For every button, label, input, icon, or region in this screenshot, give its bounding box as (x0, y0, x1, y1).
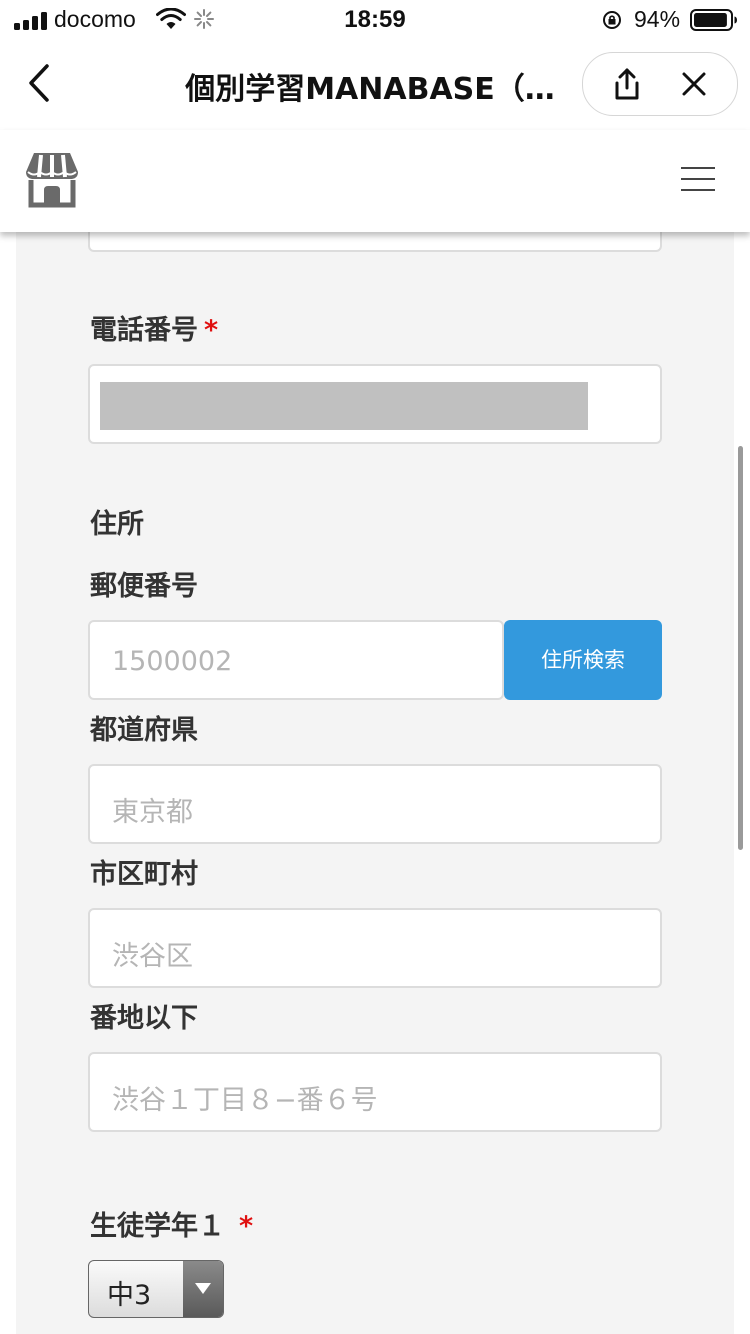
share-icon[interactable] (611, 67, 643, 101)
scrollbar[interactable] (738, 446, 743, 850)
dropdown-arrow-icon[interactable] (183, 1261, 223, 1317)
redacted-phone-value (100, 382, 588, 430)
battery-percentage: 94% (634, 6, 681, 32)
grade-select[interactable]: 中3 (88, 1260, 224, 1318)
storefront-icon[interactable] (24, 150, 80, 208)
postal-code-label: 郵便番号 (90, 571, 198, 602)
city-label: 市区町村 (90, 859, 198, 890)
prefecture-label: 都道府県 (90, 715, 198, 746)
required-mark: * (204, 315, 219, 346)
phone-label: 電話番号 * (90, 308, 218, 347)
chevron-left-icon[interactable] (24, 62, 54, 104)
grade-selected-value: 中3 (107, 1280, 152, 1311)
orientation-lock-icon (603, 11, 621, 29)
phone-label-text: 電話番号 (90, 315, 198, 346)
close-icon[interactable] (681, 71, 707, 97)
browser-nav-bar: 個別学習MANABASE（… (0, 40, 750, 130)
street-input[interactable]: 渋谷１丁目８−番６号 (88, 1052, 662, 1132)
battery-icon (690, 9, 737, 31)
status-bar: docomo 18:59 94% (0, 0, 750, 40)
street-placeholder: 渋谷１丁目８−番６号 (112, 1085, 378, 1116)
form-panel: 電話番号 * 住所 郵便番号 1500002 住所検索 都道府県 東京都 市区町村… (16, 212, 734, 1334)
postal-code-placeholder: 1500002 (112, 646, 233, 677)
site-header (0, 130, 750, 232)
grade-label: 生徒学年１ * (90, 1204, 253, 1243)
address-section-label: 住所 (90, 509, 144, 540)
city-input[interactable]: 渋谷区 (88, 908, 662, 988)
prefecture-placeholder: 東京都 (112, 797, 193, 828)
prefecture-input[interactable]: 東京都 (88, 764, 662, 844)
address-search-button[interactable]: 住所検索 (504, 620, 662, 700)
grade-label-text: 生徒学年１ (90, 1211, 225, 1242)
phone-input[interactable] (88, 364, 662, 444)
nav-actions (582, 52, 738, 116)
required-mark: * (239, 1211, 254, 1242)
street-label: 番地以下 (90, 1003, 198, 1034)
hamburger-menu-icon[interactable] (680, 166, 716, 192)
page-title: 個別学習MANABASE（… (185, 72, 555, 107)
city-placeholder: 渋谷区 (112, 941, 193, 972)
postal-code-input[interactable]: 1500002 (88, 620, 504, 700)
